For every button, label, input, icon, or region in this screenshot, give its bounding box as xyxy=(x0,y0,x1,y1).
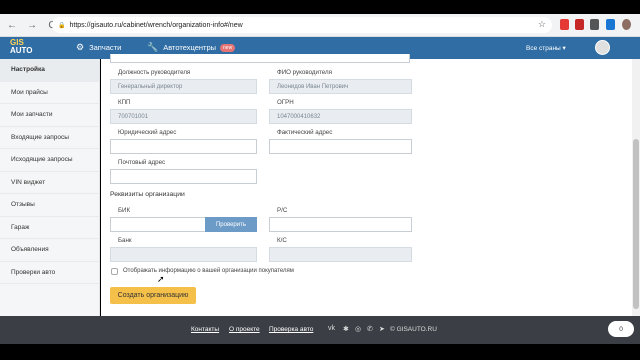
screen-frame: ← → C 🔒 https://gisauto.ru/cabinet/wrenc… xyxy=(0,0,640,360)
sidebar: Настройка Мои прайсы Мои запчасти Входящ… xyxy=(0,59,100,316)
ks-field xyxy=(269,247,412,262)
instagram-icon[interactable]: ◎ xyxy=(355,325,361,333)
extension-icon[interactable] xyxy=(606,19,615,30)
nav-service-label: Автотехцентры xyxy=(163,43,217,52)
create-organization-button[interactable]: Создать организацию xyxy=(110,287,196,304)
url-text: https://gisauto.ru/cabinet/wrench/organi… xyxy=(69,21,243,29)
ogrn-field: 1047000410632 xyxy=(269,109,412,124)
check-bik-button[interactable]: Проверить xyxy=(205,217,257,232)
ogrn-label: ОГРН xyxy=(277,99,294,106)
sidebar-item-reviews[interactable]: Отзывы xyxy=(0,194,99,217)
address-bar[interactable]: 🔒 https://gisauto.ru/cabinet/wrench/orga… xyxy=(52,17,552,33)
rs-input[interactable] xyxy=(269,217,412,232)
footer-link-about[interactable]: О проекте xyxy=(229,326,260,333)
legal-address-label: Юридический адрес xyxy=(118,129,177,136)
site-footer: Контакты О проекте Проверка авто vk ✱ ◎ … xyxy=(0,316,640,344)
lock-icon: 🔒 xyxy=(58,22,66,29)
extension-icon[interactable] xyxy=(560,19,569,30)
copyright: © GISAUTO.RU xyxy=(390,326,437,333)
head-name-field: Леонидов Иван Петрович xyxy=(269,79,412,94)
head-name-value: Леонидов Иван Петрович xyxy=(277,83,349,90)
sidebar-item-car-checks[interactable]: Проверки авто xyxy=(0,262,99,284)
wrench-icon: 🔧 xyxy=(147,42,159,52)
cart-button[interactable]: 0 xyxy=(608,321,634,337)
cart-count: 0 xyxy=(619,325,623,333)
sidebar-item-my-parts[interactable]: Мои запчасти xyxy=(0,104,99,127)
back-icon[interactable]: ← xyxy=(4,17,20,33)
top-cut-field xyxy=(110,54,410,63)
head-position-field: Генеральный директор xyxy=(110,79,257,94)
countries-dropdown[interactable]: Все страны ▾ xyxy=(526,44,566,52)
head-position-value: Генеральный директор xyxy=(118,83,183,90)
nav-service-centers[interactable]: 🔧 Автотехцентры new xyxy=(147,42,236,53)
legal-address-input[interactable] xyxy=(110,139,257,154)
new-badge: new xyxy=(220,43,236,52)
ks-label: К/С xyxy=(277,237,287,244)
sidebar-item-ads[interactable]: Объявления xyxy=(0,239,99,262)
forward-icon[interactable]: → xyxy=(24,17,40,33)
scroll-thumb[interactable] xyxy=(633,139,639,309)
rs-label: Р/С xyxy=(277,207,288,214)
sidebar-item-vin-widget[interactable]: VIN виджет xyxy=(0,172,99,194)
vk-icon[interactable]: vk xyxy=(328,325,335,332)
profile-icon[interactable] xyxy=(622,19,631,30)
footer-link-car-check[interactable]: Проверка авто xyxy=(269,326,313,333)
page-scrollbar[interactable] xyxy=(632,59,640,316)
postal-address-label: Почтовый адрес xyxy=(118,159,166,166)
mouse-cursor-icon: ➚ xyxy=(157,274,165,284)
telegram-icon[interactable]: ➤ xyxy=(379,325,385,333)
parts-gear-icon: ⚙ xyxy=(76,42,85,52)
avatar[interactable] xyxy=(595,40,610,55)
bookmark-star-icon[interactable]: ☆ xyxy=(538,19,546,30)
kpp-label: КПП xyxy=(118,99,131,106)
sidebar-item-settings[interactable]: Настройка xyxy=(0,59,99,82)
kpp-value: 700701001 xyxy=(118,113,149,120)
actual-address-label: Фактический адрес xyxy=(277,129,333,136)
bank-section-title: Реквизиты организации xyxy=(110,191,185,198)
head-position-label: Должность руководителя xyxy=(118,69,191,76)
actual-address-input[interactable] xyxy=(269,139,412,154)
nav-parts-label: Запчасти xyxy=(89,43,122,52)
head-name-label: ФИО руководителя xyxy=(277,69,332,76)
sidebar-item-incoming[interactable]: Входящие запросы xyxy=(0,127,99,149)
sidebar-item-garage[interactable]: Гараж xyxy=(0,217,99,239)
footer-link-contacts[interactable]: Контакты xyxy=(191,326,219,333)
postal-address-input[interactable] xyxy=(110,169,257,184)
browser-toolbar: ← → C 🔒 https://gisauto.ru/cabinet/wrenc… xyxy=(0,14,640,37)
ok-icon[interactable]: ✱ xyxy=(343,325,349,333)
bik-input[interactable] xyxy=(110,217,206,232)
bank-field xyxy=(110,247,257,262)
main-content xyxy=(101,59,632,316)
bik-label: БИК xyxy=(118,207,131,214)
show-info-label[interactable]: Отображать информацию о вашей организаци… xyxy=(123,268,294,274)
sidebar-item-my-prices[interactable]: Мои прайсы xyxy=(0,82,99,104)
sidebar-item-outgoing[interactable]: Исходящие запросы xyxy=(0,149,99,172)
gisauto-logo[interactable]: GIS AUTO xyxy=(10,39,40,57)
nav-parts[interactable]: ⚙ Запчасти xyxy=(76,42,121,53)
ogrn-value: 1047000410632 xyxy=(277,113,321,120)
kpp-field: 700701001 xyxy=(110,109,257,124)
viber-icon[interactable]: ✆ xyxy=(367,325,373,333)
extension-icon[interactable] xyxy=(590,19,599,30)
extension-icon[interactable] xyxy=(575,19,584,30)
bank-label: Банк xyxy=(118,237,132,244)
show-info-checkbox[interactable] xyxy=(111,268,118,275)
